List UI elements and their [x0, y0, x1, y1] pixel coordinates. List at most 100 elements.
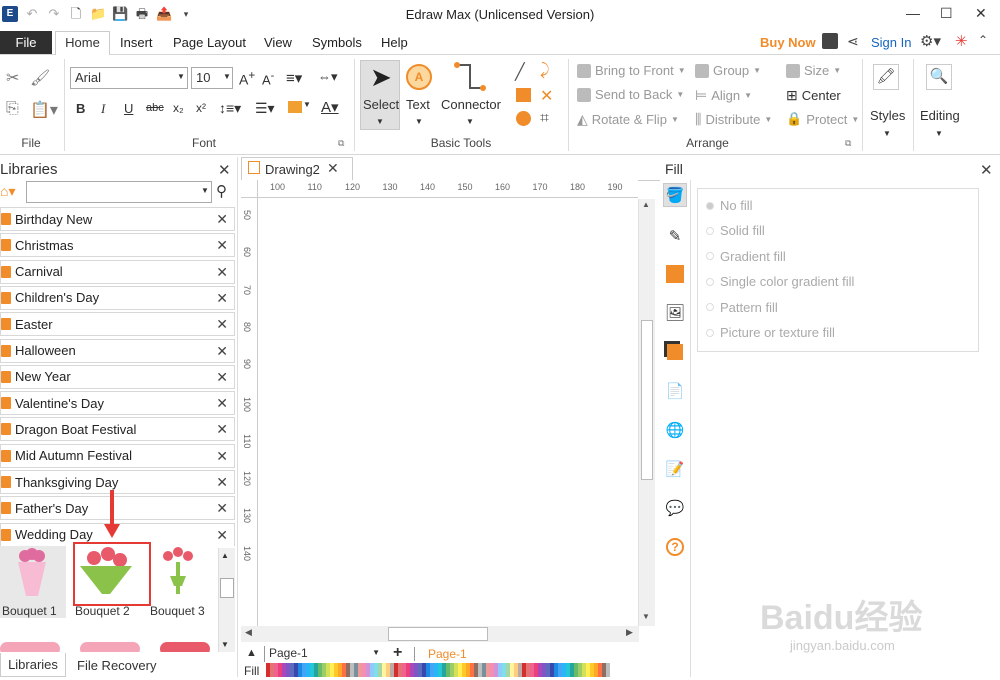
tab-view[interactable]: View	[264, 35, 292, 50]
image-icon[interactable]: 🖼	[663, 301, 687, 325]
copy-icon[interactable]: ⎘	[6, 100, 19, 118]
settings-gear-icon[interactable]: ⚙▾	[920, 32, 941, 50]
close-window-button[interactable]: ✕	[975, 5, 987, 22]
protect-button[interactable]: 🔒 Protect ▼	[786, 111, 859, 127]
scrollbar-thumb[interactable]	[641, 320, 653, 480]
page-select[interactable]: Page-1 ▼	[264, 646, 384, 662]
radio-button[interactable]	[706, 328, 714, 337]
fill-option[interactable]: Single color gradient fill	[706, 274, 854, 289]
radio-button[interactable]	[706, 226, 714, 235]
close-icon[interactable]: ✕	[216, 290, 228, 307]
library-item[interactable]: Children's Day ✕	[0, 285, 235, 310]
maximize-button[interactable]: ☐	[940, 5, 953, 22]
tab-insert[interactable]: Insert	[120, 35, 153, 50]
fill-option[interactable]: Gradient fill	[706, 249, 786, 264]
close-icon[interactable]: ✕	[216, 264, 228, 281]
format-painter-icon[interactable]: 🖌	[30, 68, 50, 88]
help-icon[interactable]: ?	[663, 535, 687, 559]
paragraph-spacing-icon[interactable]: ↕≡▾	[219, 100, 241, 117]
send-to-back-button[interactable]: Send to Back ▼	[577, 87, 684, 102]
library-item[interactable]: Carnival ✕	[0, 259, 235, 284]
group-button[interactable]: Group ▼	[695, 63, 761, 78]
add-page-icon[interactable]: +	[393, 644, 402, 662]
superscript-button[interactable]: x²	[196, 101, 206, 115]
comment-icon[interactable]: 💬	[663, 496, 687, 520]
scrollbar-thumb[interactable]	[388, 627, 488, 641]
rotate-flip-button[interactable]: ◭ Rotate & Flip ▼	[577, 111, 679, 128]
size-button[interactable]: Size ▼	[786, 63, 841, 78]
sign-in-link[interactable]: Sign In	[871, 35, 911, 50]
close-tab-icon[interactable]: ✕	[327, 160, 339, 177]
library-item[interactable]: Halloween ✕	[0, 338, 235, 363]
library-item[interactable]: Mid Autumn Festival ✕	[0, 443, 235, 468]
chevron-down-icon[interactable]: ▼	[303, 100, 311, 109]
chevron-down-icon[interactable]: ▼	[201, 186, 209, 195]
radio-button[interactable]	[706, 303, 714, 312]
line-style-icon[interactable]: ✎	[663, 224, 687, 248]
radio-button[interactable]	[706, 201, 714, 210]
underline-button[interactable]: U	[124, 101, 133, 116]
text-tool-icon[interactable]: A	[406, 64, 432, 90]
fill-option[interactable]: Pattern fill	[706, 300, 778, 315]
editing-button[interactable]: Editing	[920, 108, 960, 123]
dialog-launcher-icon[interactable]: ⧉	[845, 138, 851, 149]
close-icon[interactable]: ✕	[216, 369, 228, 386]
rectangle-tool-icon[interactable]	[516, 88, 531, 102]
ribbon-collapse-icon[interactable]: ⌃	[978, 33, 988, 47]
puzzle-icon[interactable]: ✳	[955, 32, 968, 50]
page-collapse-icon[interactable]: ▲	[246, 647, 257, 659]
chevron-down-icon[interactable]: ▼	[883, 129, 891, 138]
library-item[interactable]: Easter ✕	[0, 312, 235, 337]
bouquet-2-icon[interactable]	[78, 546, 134, 596]
connector-label[interactable]: Connector	[441, 97, 501, 112]
close-icon[interactable]: ✕	[216, 527, 228, 544]
bring-to-front-button[interactable]: Bring to Front ▼	[577, 63, 686, 78]
bouquet-3-icon[interactable]	[156, 546, 200, 598]
buy-now-link[interactable]: Buy Now	[760, 35, 816, 50]
strikethrough-button[interactable]: abc	[146, 102, 164, 114]
home-library-icon[interactable]: ⌂▾	[0, 183, 15, 200]
library-item[interactable]: Birthday New ✕	[0, 207, 235, 231]
minimize-button[interactable]: —	[906, 5, 920, 21]
close-icon[interactable]: ✕	[216, 211, 228, 228]
gallery-scrollbar[interactable]	[218, 548, 235, 652]
radio-button[interactable]	[706, 252, 714, 261]
grow-font-icon[interactable]: A+	[239, 69, 255, 88]
fill-option[interactable]: Picture or texture fill	[706, 325, 835, 340]
styles-button[interactable]: Styles	[870, 108, 905, 123]
distribute-button[interactable]: ⫼ Distribute ▼	[695, 111, 772, 128]
library-item[interactable]: Father's Day ✕	[0, 496, 235, 521]
close-icon[interactable]: ✕	[216, 395, 228, 412]
close-icon[interactable]: ✕	[980, 161, 993, 179]
italic-button[interactable]: I	[101, 101, 105, 117]
styles-icon[interactable]: 🖍	[873, 64, 899, 90]
layer-icon[interactable]	[663, 340, 687, 364]
text-tool-label[interactable]: Text	[406, 97, 430, 112]
close-icon[interactable]: ✕	[216, 421, 228, 438]
tab-libraries[interactable]: Libraries	[0, 653, 66, 677]
center-button[interactable]: ⊞ Center	[786, 87, 841, 104]
library-item[interactable]: Dragon Boat Festival ✕	[0, 417, 235, 442]
bold-button[interactable]: B	[76, 101, 85, 116]
chevron-down-icon[interactable]: ▼	[466, 117, 474, 126]
tab-page-layout[interactable]: Page Layout	[173, 35, 246, 50]
drawing-canvas[interactable]	[259, 199, 639, 626]
menu-file[interactable]: File	[0, 31, 52, 54]
radio-button[interactable]	[706, 277, 714, 286]
arc-tool-icon[interactable]: ⤸	[540, 62, 550, 80]
tab-home[interactable]: Home	[55, 31, 110, 56]
scroll-down-icon[interactable]: ▼	[642, 612, 650, 621]
tab-help[interactable]: Help	[381, 35, 408, 50]
close-icon[interactable]: ✕	[216, 316, 228, 333]
crop-tool-icon[interactable]: ⌗	[540, 110, 549, 128]
scroll-left-icon[interactable]: ◀	[245, 627, 252, 638]
ellipse-tool-icon[interactable]	[516, 111, 531, 126]
share-icon[interactable]: ⋖	[847, 33, 859, 50]
library-item[interactable]: New Year ✕	[0, 364, 235, 389]
globe-icon[interactable]: 🌐	[663, 418, 687, 442]
align-button[interactable]: ⊨ Align ▼	[695, 87, 752, 104]
bullets-icon[interactable]: ☰▾	[255, 100, 275, 117]
shadow-icon[interactable]	[663, 262, 687, 286]
scroll-down-icon[interactable]: ▼	[221, 640, 229, 649]
font-name-input[interactable]: Arial	[70, 67, 188, 89]
